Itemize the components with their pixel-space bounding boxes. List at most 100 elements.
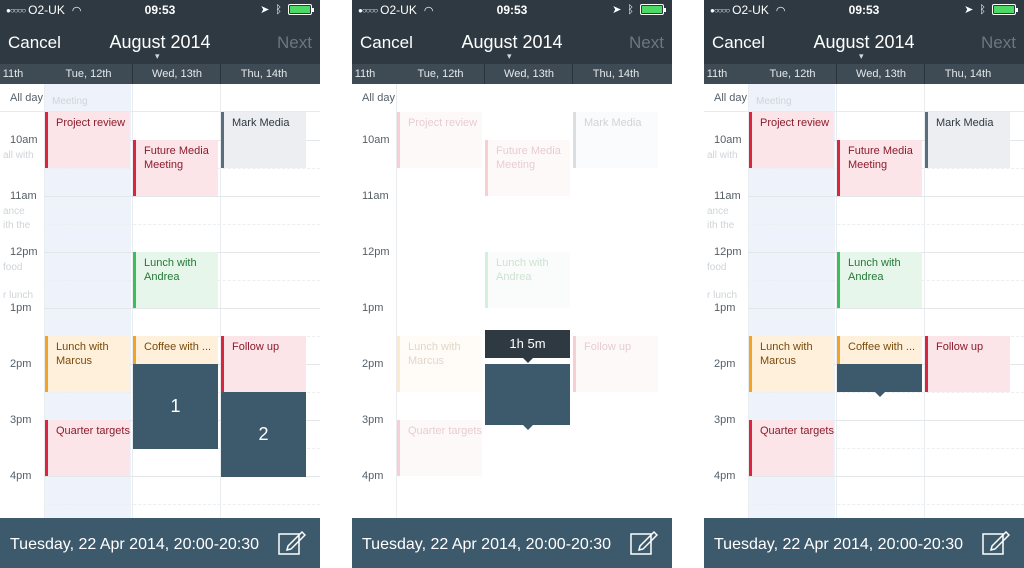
ghost-text: all with xyxy=(707,150,738,161)
nav-bar: Cancel August 2014 ▾ Next xyxy=(352,20,672,64)
event-future-media-meeting[interactable]: Future Media Meeting xyxy=(837,140,922,196)
battery-icon xyxy=(992,4,1018,15)
event-mark-media[interactable]: Mark Media xyxy=(925,112,1010,168)
day-label[interactable]: 11th xyxy=(706,68,728,80)
event-project-review[interactable]: Project review xyxy=(749,112,834,168)
time-label: 2pm xyxy=(10,358,32,370)
time-label: 11am xyxy=(10,190,37,202)
event-quarter-targets[interactable]: Quarter targets xyxy=(749,420,834,476)
time-label: 4pm xyxy=(714,470,736,482)
day-label[interactable]: Wed, 13th xyxy=(133,68,221,80)
day-label[interactable]: 11th xyxy=(354,68,376,80)
event-quarter-targets[interactable]: Quarter targets xyxy=(45,420,130,476)
event-project-review[interactable]: Project review xyxy=(397,112,482,168)
time-label: 4pm xyxy=(10,470,32,482)
event-lunch-with-andrea[interactable]: Lunch with Andrea xyxy=(485,252,570,308)
day-header: 11th Tue, 12th Wed, 13th Thu, 14th xyxy=(704,64,1024,84)
time-label: 1pm xyxy=(362,302,384,314)
location-arrow-icon: ➤ xyxy=(964,4,974,16)
location-arrow-icon: ➤ xyxy=(260,4,270,16)
calendar-grid[interactable]: All day 10am 11am 12pm 1pm 2pm 3pm 4pm M… xyxy=(704,84,1024,518)
next-button[interactable]: Next xyxy=(981,33,1016,53)
event-mark-media[interactable]: Mark Media xyxy=(221,112,306,168)
ghost-text: ith the xyxy=(3,220,31,231)
time-label: 3pm xyxy=(10,414,32,426)
chevron-down-icon[interactable]: ▾ xyxy=(507,51,512,62)
new-slot-selection[interactable]: 2 xyxy=(221,392,306,477)
time-label: 11am xyxy=(362,190,389,202)
ghost-text: Meeting xyxy=(52,96,88,107)
time-label: 4pm xyxy=(362,470,384,482)
next-button[interactable]: Next xyxy=(629,33,664,53)
event-lunch-with-marcus[interactable]: Lunch with Marcus xyxy=(749,336,834,392)
resize-handle[interactable] xyxy=(523,425,533,430)
day-label[interactable]: 11th xyxy=(2,68,24,80)
day-label[interactable]: Tue, 12th xyxy=(396,68,485,80)
time-label: 1pm xyxy=(10,302,32,314)
footer-bar: Tuesday, 22 Apr 2014, 20:00-20:30 xyxy=(704,518,1024,568)
month-title[interactable]: August 2014 xyxy=(704,32,1024,53)
screen-drag-two-slots: ●○○○○ O2-UK ◠ 09:53 ➤ ᛒ Cancel August 2014 … xyxy=(0,0,320,568)
day-label[interactable]: Thu, 14th xyxy=(221,68,307,80)
compose-icon[interactable] xyxy=(278,529,306,555)
battery-icon xyxy=(640,4,666,15)
new-slot-selection[interactable]: 1 xyxy=(133,364,218,449)
chevron-down-icon[interactable]: ▾ xyxy=(859,51,864,62)
ghost-text: ance xyxy=(3,206,25,217)
ghost-text: all with xyxy=(3,150,34,161)
day-label[interactable]: Thu, 14th xyxy=(573,68,659,80)
next-button[interactable]: Next xyxy=(277,33,312,53)
status-bar: ●○○○○ O2-UK ◠ 09:53 ➤ ᛒ xyxy=(0,0,320,20)
ghost-text: ance xyxy=(707,206,729,217)
day-label[interactable]: Tue, 12th xyxy=(44,68,133,80)
time-label: 2pm xyxy=(714,358,736,370)
event-follow-up[interactable]: Follow up xyxy=(221,336,306,392)
day-label[interactable]: Wed, 13th xyxy=(837,68,925,80)
new-slot-selection[interactable] xyxy=(485,364,570,425)
compose-icon[interactable] xyxy=(630,529,658,555)
ghost-text: food xyxy=(3,262,23,273)
event-future-media-meeting[interactable]: Future Media Meeting xyxy=(133,140,218,196)
new-slot-selection[interactable] xyxy=(837,364,922,392)
day-label[interactable]: Tue, 12th xyxy=(748,68,837,80)
event-mark-media[interactable]: Mark Media xyxy=(573,112,658,168)
resize-handle[interactable] xyxy=(875,392,885,397)
status-bar: ●○○○○ O2-UK ◠ 09:53 ➤ ᛒ xyxy=(704,0,1024,20)
nav-bar: Cancel August 2014 ▾ Next xyxy=(0,20,320,64)
time-label: 12pm xyxy=(714,246,742,258)
event-project-review[interactable]: Project review xyxy=(45,112,130,168)
day-label[interactable]: Thu, 14th xyxy=(925,68,1011,80)
month-title[interactable]: August 2014 xyxy=(352,32,672,53)
location-arrow-icon: ➤ xyxy=(612,4,622,16)
selected-datetime: Tuesday, 22 Apr 2014, 20:00-20:30 xyxy=(362,536,612,553)
ghost-text: ith the xyxy=(707,220,735,231)
screen-drag-resizing: ●○○○○ O2-UK ◠ 09:53 ➤ ᛒ Cancel August 2014 … xyxy=(352,0,672,568)
time-label: 12pm xyxy=(10,246,38,258)
event-follow-up[interactable]: Follow up xyxy=(573,336,658,392)
event-quarter-targets[interactable]: Quarter targets xyxy=(397,420,482,476)
event-follow-up[interactable]: Follow up xyxy=(925,336,1010,392)
compose-icon[interactable] xyxy=(982,529,1010,555)
ghost-text: food xyxy=(707,262,727,273)
calendar-grid[interactable]: All day 10am 11am 12pm 1pm 2pm 3pm 4pm M… xyxy=(0,84,320,518)
time-label: 11am xyxy=(714,190,741,202)
duration-tooltip: 1h 5m xyxy=(485,330,570,363)
event-coffee[interactable]: Coffee with ... xyxy=(133,336,218,364)
event-future-media-meeting[interactable]: Future Media Meeting xyxy=(485,140,570,196)
footer-bar: Tuesday, 22 Apr 2014, 20:00-20:30 xyxy=(352,518,672,568)
time-label: 10am xyxy=(362,134,390,146)
chevron-down-icon[interactable]: ▾ xyxy=(155,51,160,62)
event-lunch-with-andrea[interactable]: Lunch with Andrea xyxy=(133,252,218,308)
battery-icon xyxy=(288,4,314,15)
month-title[interactable]: August 2014 xyxy=(0,32,320,53)
day-header: 11th Tue, 12th Wed, 13th Thu, 14th xyxy=(352,64,672,84)
event-lunch-with-marcus[interactable]: Lunch with Marcus xyxy=(45,336,130,392)
status-bar: ●○○○○ O2-UK ◠ 09:53 ➤ ᛒ xyxy=(352,0,672,20)
event-lunch-with-andrea[interactable]: Lunch with Andrea xyxy=(837,252,922,308)
selected-datetime: Tuesday, 22 Apr 2014, 20:00-20:30 xyxy=(714,536,964,553)
bluetooth-icon: ᛒ xyxy=(275,3,282,16)
calendar-grid[interactable]: All day 10am 11am 12pm 1pm 2pm 3pm 4pm P… xyxy=(352,84,672,518)
event-lunch-with-marcus[interactable]: Lunch with Marcus xyxy=(397,336,482,392)
day-label[interactable]: Wed, 13th xyxy=(485,68,573,80)
event-coffee[interactable]: Coffee with ... xyxy=(837,336,922,364)
